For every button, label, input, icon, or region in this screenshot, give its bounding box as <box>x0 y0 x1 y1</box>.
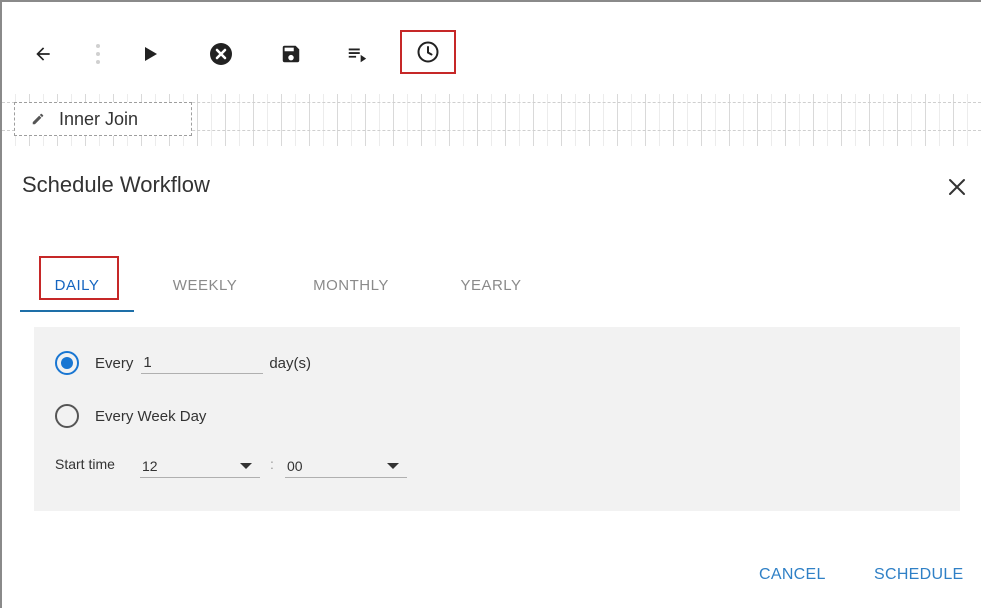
toolbar <box>2 2 981 94</box>
schedule-tabs: DAILY WEEKLY MONTHLY YEARLY <box>20 258 556 314</box>
minute-select[interactable]: 00 <box>285 454 407 478</box>
workflow-node[interactable]: Inner Join <box>14 102 192 136</box>
every-week-day-label: Every Week Day <box>95 407 207 425</box>
tab-daily[interactable]: DAILY <box>20 258 134 312</box>
every-week-day-row: Every Week Day <box>55 404 206 428</box>
run-button[interactable] <box>138 36 164 72</box>
back-button[interactable] <box>28 36 58 72</box>
tab-monthly[interactable]: MONTHLY <box>276 258 426 312</box>
close-button[interactable] <box>946 176 968 198</box>
minute-value: 00 <box>287 457 303 474</box>
workflow-canvas[interactable]: Inner Join <box>2 94 981 146</box>
chevron-down-icon <box>240 462 252 469</box>
every-n-days-radio[interactable] <box>55 351 79 375</box>
every-n-days-row: Every day(s) <box>55 351 311 375</box>
play-icon <box>145 47 157 61</box>
playlist-play-icon <box>348 48 367 63</box>
dialog-title: Schedule Workflow <box>22 172 210 197</box>
tab-yearly[interactable]: YEARLY <box>426 258 556 312</box>
close-icon <box>949 179 965 195</box>
hour-value: 12 <box>142 457 158 474</box>
playlist-button[interactable] <box>342 36 372 72</box>
tab-indicator <box>20 310 134 312</box>
cancel-circle-icon <box>210 43 232 65</box>
clock-icon <box>417 41 439 63</box>
schedule-button[interactable] <box>400 30 456 74</box>
vertical-dots-icon <box>96 44 100 64</box>
pencil-icon <box>31 112 49 126</box>
every-label: Every <box>95 354 134 372</box>
schedule-submit-button[interactable]: SCHEDULE <box>874 566 964 584</box>
node-label: Inner Join <box>59 108 139 129</box>
save-button[interactable] <box>276 36 306 72</box>
save-icon <box>282 45 300 63</box>
time-separator: : <box>270 456 274 472</box>
chevron-down-icon <box>387 462 399 469</box>
arrow-left-icon <box>36 47 50 61</box>
cancel-button[interactable]: CANCEL <box>759 566 826 584</box>
start-time-label: Start time <box>55 456 115 472</box>
tab-weekly[interactable]: WEEKLY <box>134 258 276 312</box>
every-week-day-radio[interactable] <box>55 404 79 428</box>
every-days-input[interactable] <box>141 352 264 374</box>
cancel-run-button[interactable] <box>206 36 236 72</box>
more-button[interactable] <box>86 36 110 72</box>
hour-select[interactable]: 12 <box>140 454 260 478</box>
every-unit-label: day(s) <box>269 354 312 372</box>
